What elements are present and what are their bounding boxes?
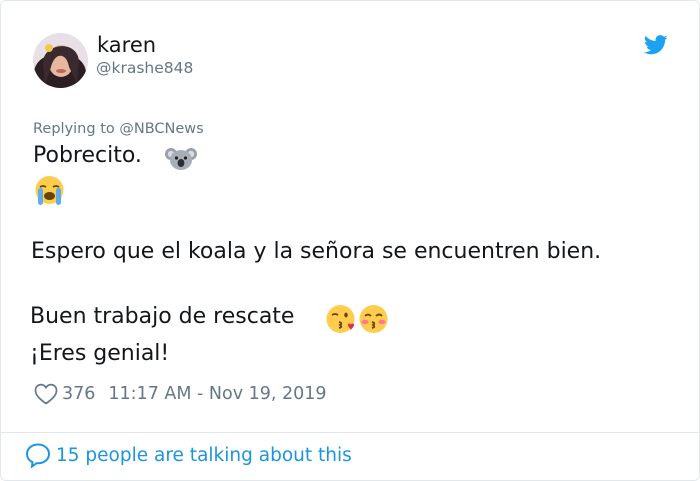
author-handle[interactable]: @krashe848 <box>96 59 193 77</box>
conversation-text[interactable]: 15 people are talking about this <box>56 445 352 466</box>
kissing-face-winking-emoji <box>326 305 355 333</box>
kissing-face-blushing-emoji <box>359 305 388 333</box>
reply-prefix: Replying to <box>33 121 120 137</box>
twitter-bird-icon[interactable] <box>644 35 668 55</box>
divider <box>1 432 699 433</box>
reply-mention-link[interactable]: @NBCNews <box>119 121 203 137</box>
tweet-timestamp[interactable]: 11:17 AM - Nov 19, 2019 <box>108 384 326 404</box>
conversation-link[interactable]: 15 people are talking about this <box>25 442 352 468</box>
tweet-text-line-2: Espero que el koala y la señora se encue… <box>31 239 602 264</box>
tweet-metadata: 376 11:17 AM - Nov 19, 2019 <box>34 381 327 407</box>
tweet-text-line-3: Buen trabajo de rescate <box>30 304 295 329</box>
crying-face-emoji <box>35 176 64 205</box>
reply-context: Replying to @NBCNews <box>33 121 204 137</box>
avatar[interactable] <box>33 33 88 88</box>
heart-icon[interactable] <box>34 383 58 405</box>
tweet-text-line-4: ¡Eres genial! <box>30 341 170 366</box>
speech-bubble-icon <box>25 443 51 468</box>
like-count[interactable]: 376 <box>62 384 95 404</box>
embedded-tweet-card: karen @krashe848 Replying to @NBCNews Po… <box>0 0 700 481</box>
koala-emoji <box>165 148 197 170</box>
tweet-text-line-1: Pobrecito. <box>33 143 142 168</box>
author-name[interactable]: karen <box>97 33 156 57</box>
